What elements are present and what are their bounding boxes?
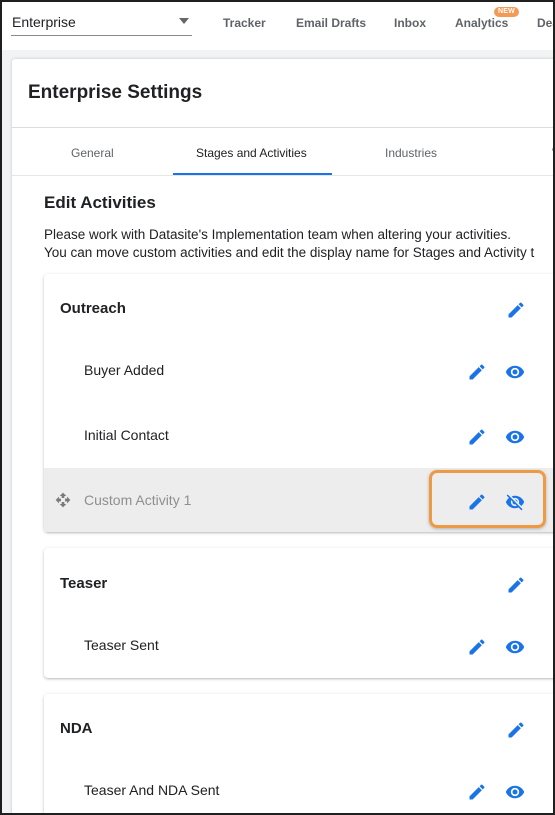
pencil-icon[interactable] [467, 637, 487, 657]
activity-label-custom-activity-1: Custom Activity 1 [84, 492, 192, 508]
nav-tracker[interactable]: Tracker [223, 16, 266, 30]
nav-email-drafts[interactable]: Email Drafts [296, 16, 366, 30]
tab-stages-and-activities[interactable]: Stages and Activities [196, 146, 307, 160]
description-line-1: Please work with Datasite's Implementati… [44, 227, 512, 242]
stage-title-nda: NDA [60, 720, 93, 737]
eye-icon[interactable] [505, 362, 525, 382]
activity-label-buyer-added: Buyer Added [84, 362, 165, 378]
eye-icon[interactable] [505, 637, 525, 657]
section-title: Edit Activities [44, 193, 156, 212]
tabs-border [12, 175, 553, 176]
activity-label-initial-contact: Initial Contact [84, 427, 169, 443]
active-tab-indicator [173, 173, 332, 175]
pencil-icon[interactable] [506, 720, 526, 740]
caret-down-icon [179, 18, 189, 24]
eye-icon[interactable] [505, 427, 525, 447]
tab-general[interactable]: General [71, 146, 114, 160]
activity-label-teaser-and-nda-sent: Teaser And NDA Sent [84, 782, 220, 798]
highlight-callout [429, 470, 546, 528]
app-window: Enterprise Tracker Email Drafts Inbox An… [0, 0, 555, 815]
nav-deals[interactable]: Dea [537, 16, 553, 30]
description-line-2: You can move custom activities and edit … [44, 245, 535, 260]
pencil-icon[interactable] [506, 575, 526, 595]
nav-analytics[interactable]: Analytics [455, 16, 508, 30]
stage-title-teaser: Teaser [60, 575, 108, 592]
tab-industries[interactable]: Industries [385, 146, 437, 160]
workspace-select[interactable]: Enterprise [11, 10, 192, 36]
stage-card-teaser [44, 548, 553, 678]
pencil-icon[interactable] [506, 300, 526, 320]
move-icon[interactable] [55, 492, 71, 508]
eye-icon[interactable] [505, 782, 525, 802]
page-title: Enterprise Settings [28, 82, 203, 103]
pencil-icon[interactable] [467, 782, 487, 802]
pencil-icon[interactable] [467, 362, 487, 382]
nav-inbox[interactable]: Inbox [394, 16, 426, 30]
pencil-icon[interactable] [467, 427, 487, 447]
new-badge: NEW [494, 7, 519, 17]
stage-title-outreach: Outreach [60, 300, 126, 317]
settings-tabs: General Stages and Activities Industries [12, 128, 553, 176]
top-nav-bar: Enterprise Tracker Email Drafts Inbox An… [2, 2, 553, 50]
activity-label-teaser-sent: Teaser Sent [84, 637, 159, 653]
workspace-select-value: Enterprise [12, 14, 76, 30]
